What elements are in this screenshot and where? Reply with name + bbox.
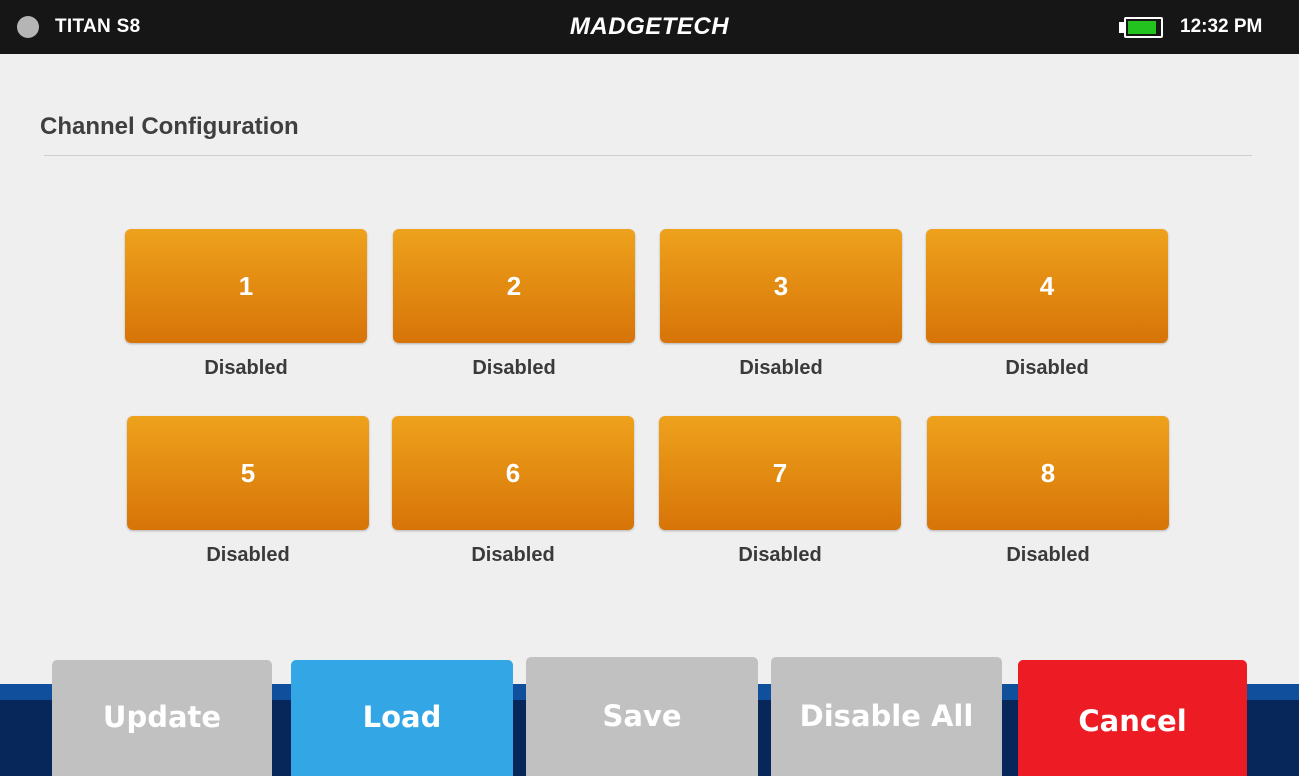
channel-5-button[interactable]: 5 <box>127 416 369 530</box>
channel-4-status: Disabled <box>1005 357 1089 379</box>
disable-all-button-label: Disable All <box>799 699 974 733</box>
clock: 12:32 PM <box>1180 16 1263 37</box>
update-button[interactable]: Update <box>52 660 272 776</box>
page-title: Channel Configuration <box>40 113 299 140</box>
status-bar: TITAN S8 MADGETECH 12:32 PM <box>0 0 1299 54</box>
battery-level <box>1128 21 1156 34</box>
load-button[interactable]: Load <box>291 660 513 776</box>
load-button-label: Load <box>362 700 442 734</box>
channel-6-status: Disabled <box>471 544 555 566</box>
save-button[interactable]: Save <box>526 657 758 776</box>
save-button-label: Save <box>602 699 682 733</box>
channel-1-status: Disabled <box>204 357 288 379</box>
channel-3-status: Disabled <box>739 357 823 379</box>
channel-8-status: Disabled <box>1006 544 1090 566</box>
title-divider <box>44 155 1252 156</box>
channel-4-button[interactable]: 4 <box>926 229 1168 343</box>
battery-icon <box>1124 17 1163 38</box>
brand-logo: MADGETECH <box>569 13 730 40</box>
channel-5-status: Disabled <box>206 544 290 566</box>
cancel-button[interactable]: Cancel <box>1018 660 1247 776</box>
update-button-label: Update <box>102 700 222 734</box>
channel-7-status: Disabled <box>738 544 822 566</box>
disable-all-button[interactable]: Disable All <box>771 657 1002 776</box>
channel-7-button[interactable]: 7 <box>659 416 901 530</box>
channel-2-status: Disabled <box>472 357 556 379</box>
channel-3-button[interactable]: 3 <box>660 229 902 343</box>
channel-8-button[interactable]: 8 <box>927 416 1169 530</box>
channel-6-button[interactable]: 6 <box>392 416 634 530</box>
channel-2-button[interactable]: 2 <box>393 229 635 343</box>
channel-1-button[interactable]: 1 <box>125 229 367 343</box>
cancel-button-label: Cancel <box>1078 704 1187 738</box>
